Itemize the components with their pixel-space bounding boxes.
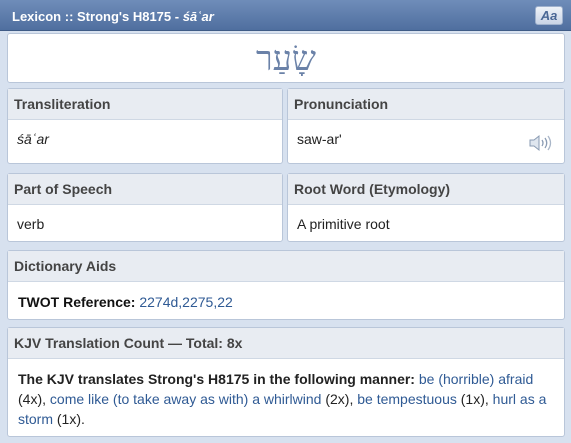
kjv-count-panel: KJV Translation Count — Total: 8x The KJ… (7, 327, 565, 437)
window-titlebar: Lexicon :: Strong's H8175 - śāʿar Aa (0, 0, 571, 31)
kjv-item-count: (2x) (325, 391, 350, 407)
pronunciation-label: Pronunciation (288, 89, 564, 120)
root-word-panel: Root Word (Etymology) A primitive root (287, 173, 565, 242)
hebrew-word: שָׂעַר (255, 39, 316, 79)
part-of-speech-value: verb (17, 216, 45, 232)
kjv-item-count: (4x) (18, 391, 43, 407)
pronunciation-value: saw-ar' (297, 131, 342, 147)
kjv-item-text[interactable]: come like (to take away as with) a whirl… (50, 391, 322, 407)
kjv-item-text[interactable]: be (horrible) afraid (419, 371, 533, 387)
kjv-intro: The KJV translates Strong's H8175 in the… (18, 371, 415, 387)
font-size-button[interactable]: Aa (535, 6, 563, 25)
kjv-separator: . (81, 411, 85, 427)
kjv-item-text[interactable]: be tempestuous (357, 391, 457, 407)
window-title: Lexicon :: Strong's H8175 - śāʿar (12, 9, 214, 24)
title-word: śāʿar (182, 9, 214, 24)
transliteration-panel: Transliteration śāʿar (7, 88, 283, 164)
title-prefix: Lexicon :: Strong's H8175 - (12, 9, 183, 24)
kjv-count-label: KJV Translation Count — Total: 8x (8, 328, 564, 359)
kjv-item-count: (1x) (460, 391, 485, 407)
kjv-translation-text: The KJV translates Strong's H8175 in the… (8, 359, 564, 429)
twot-link[interactable]: 2274d,2275,22 (139, 294, 232, 310)
dictionary-aids-label: Dictionary Aids (8, 251, 564, 282)
root-word-value: A primitive root (297, 216, 390, 232)
kjv-separator: , (42, 391, 50, 407)
speaker-icon[interactable] (528, 134, 552, 152)
twot-label: TWOT Reference: (18, 294, 136, 310)
transliteration-value: śāʿar (17, 131, 49, 147)
dictionary-aids-panel: Dictionary Aids TWOT Reference: 2274d,22… (7, 250, 565, 320)
kjv-separator: , (484, 391, 493, 407)
hebrew-word-panel: שָׂעַר (7, 33, 565, 83)
transliteration-label: Transliteration (8, 89, 282, 120)
kjv-item-count: (1x) (56, 411, 82, 427)
pronunciation-panel: Pronunciation saw-ar' (287, 88, 565, 164)
twot-reference: TWOT Reference: 2274d,2275,22 (8, 282, 564, 310)
root-word-label: Root Word (Etymology) (288, 174, 564, 205)
part-of-speech-panel: Part of Speech verb (7, 173, 283, 242)
part-of-speech-label: Part of Speech (8, 174, 282, 205)
